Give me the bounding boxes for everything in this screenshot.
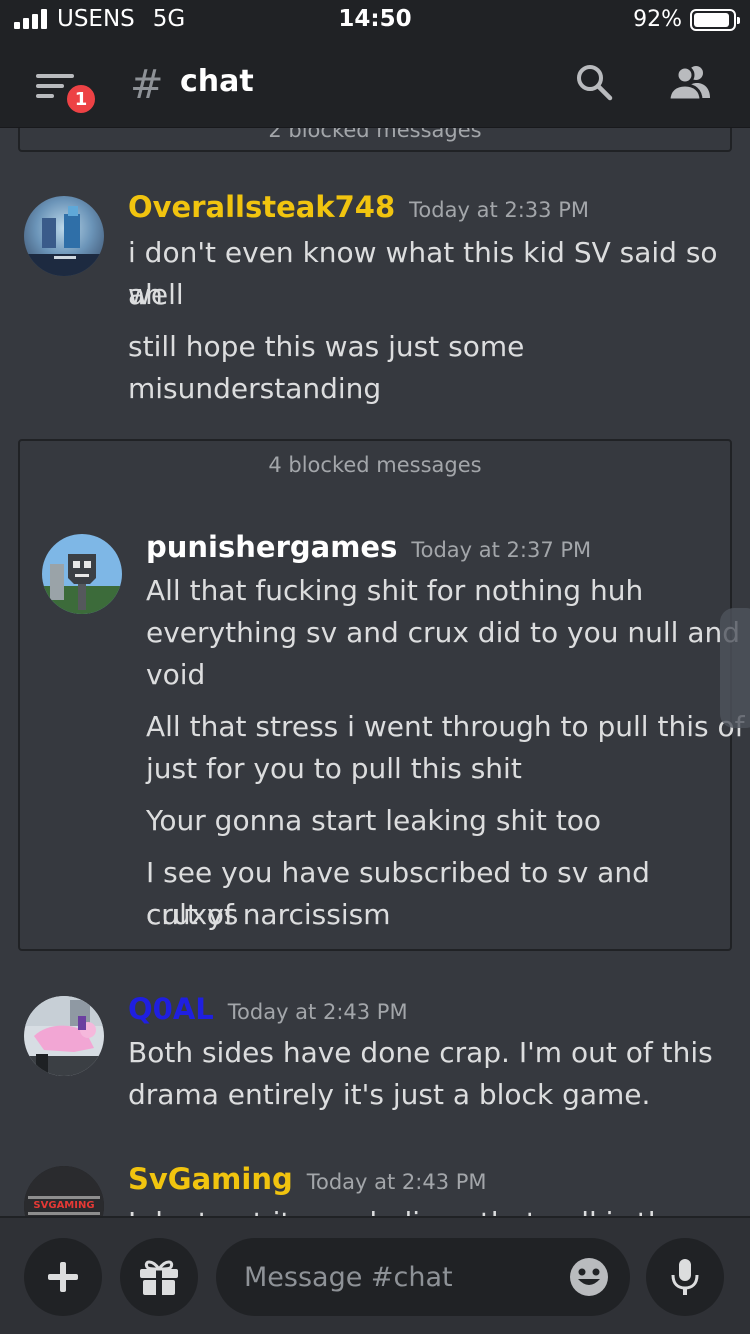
avatar[interactable] <box>42 534 122 614</box>
message-text: void <box>146 658 206 691</box>
add-attachment-button[interactable] <box>24 1238 102 1316</box>
mic-icon <box>671 1259 699 1295</box>
status-bar: USENS 5G 14:50 92% <box>0 0 750 42</box>
search-icon <box>577 65 613 101</box>
message-timestamp: Today at 2:43 PM <box>306 1170 487 1194</box>
message-text: drama entirely it's just a block game. <box>128 1078 651 1111</box>
members-icon <box>667 65 710 102</box>
voice-message-button[interactable] <box>646 1238 724 1316</box>
search-button[interactable] <box>574 62 614 102</box>
channel-header: 1 # chat <box>0 42 750 128</box>
composer-bar <box>0 1216 750 1334</box>
message-timestamp: Today at 2:37 PM <box>411 538 592 562</box>
avatar[interactable] <box>24 996 104 1076</box>
message-text: misunderstanding <box>128 372 382 405</box>
avatar[interactable]: SVGAMING <box>24 1166 104 1216</box>
message-text: just for you to pull this shit <box>146 752 522 785</box>
message-username[interactable]: SvGaming <box>128 1162 293 1196</box>
message-text: well <box>128 278 184 311</box>
avatar[interactable] <box>24 196 104 276</box>
message-username[interactable]: Overallsteak748 <box>128 190 395 224</box>
emoji-button[interactable] <box>568 1256 610 1298</box>
message-username[interactable]: punishergames <box>146 530 397 564</box>
blocked-messages-top[interactable]: 2 blocked messages <box>18 128 732 152</box>
message-text: still hope this was just some <box>128 330 525 363</box>
message-text: I dont get it, you believe that null is … <box>128 1202 750 1216</box>
blocked-label-top: 2 blocked messages <box>268 128 482 142</box>
gift-button[interactable] <box>120 1238 198 1316</box>
emoji-icon <box>570 1258 608 1296</box>
message-text: Both sides have done crap. I'm out of th… <box>128 1036 713 1069</box>
hash-icon: # <box>130 62 164 108</box>
gift-icon <box>140 1260 178 1295</box>
message-input[interactable] <box>244 1256 554 1298</box>
scrollbar-handle[interactable] <box>720 608 750 728</box>
channel-title: chat <box>180 64 254 99</box>
members-button[interactable] <box>666 62 712 102</box>
message-input-container[interactable] <box>216 1238 630 1316</box>
blocked-label[interactable]: 4 blocked messages <box>20 453 730 477</box>
message-list[interactable]: 2 blocked messages Overallsteak748 Today… <box>0 128 750 1216</box>
notification-badge: 1 <box>64 82 98 116</box>
plus-icon <box>48 1262 78 1292</box>
message-text: Your gonna start leaking shit too <box>146 804 602 837</box>
message-text: All that fucking shit for nothing huh <box>146 574 644 607</box>
message-timestamp: Today at 2:33 PM <box>409 198 589 222</box>
message-timestamp: Today at 2:43 PM <box>227 1000 408 1024</box>
battery-percent: 92% <box>633 7 682 32</box>
avatar-logo-text: SVGAMING <box>33 1200 94 1211</box>
message-text: i don't even know what this kid SV said … <box>128 236 718 311</box>
message-text: everything sv and crux did to you null a… <box>146 616 741 649</box>
message-text: cult of narcissism <box>146 898 391 931</box>
battery-icon <box>690 8 740 31</box>
menu-button[interactable]: 1 <box>36 68 98 116</box>
message-username[interactable]: Q0AL <box>128 992 214 1026</box>
menu-icon <box>36 74 74 78</box>
message-text: All that stress i went through to pull t… <box>146 710 745 743</box>
